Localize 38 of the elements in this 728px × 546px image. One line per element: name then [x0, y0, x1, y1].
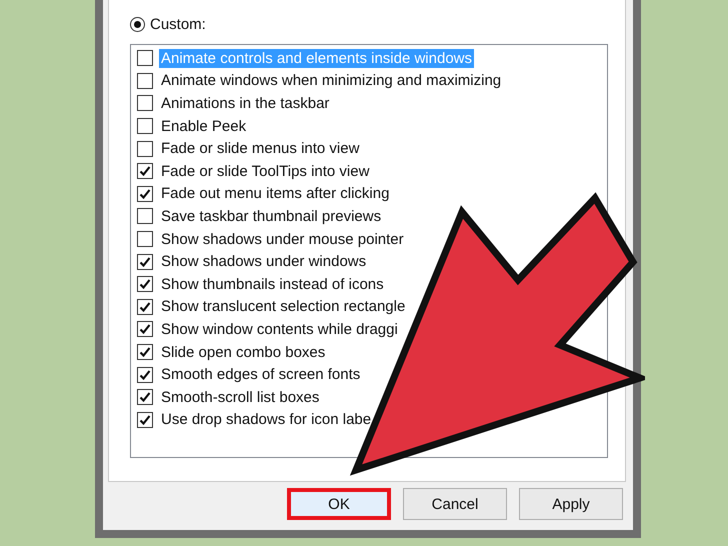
- option-label[interactable]: Smooth edges of screen fonts: [159, 365, 362, 384]
- ok-button[interactable]: OK: [287, 488, 391, 520]
- checkbox[interactable]: [137, 412, 153, 428]
- checkbox[interactable]: [137, 95, 153, 112]
- option-label[interactable]: Slide open combo boxes: [159, 342, 328, 362]
- checkbox[interactable]: [137, 208, 153, 224]
- custom-label: Custom:: [150, 16, 206, 32]
- option-label[interactable]: Show translucent selection rectangle: [159, 297, 408, 316]
- checkbox[interactable]: [137, 366, 153, 383]
- option-label[interactable]: Show shadows under windows: [159, 252, 368, 272]
- checkbox[interactable]: [137, 118, 153, 134]
- checkbox[interactable]: [137, 254, 153, 270]
- checkbox[interactable]: [137, 72, 153, 89]
- checkbox[interactable]: [137, 140, 153, 157]
- checkbox[interactable]: [137, 186, 153, 202]
- checkbox[interactable]: [137, 321, 153, 338]
- checkbox[interactable]: [137, 276, 153, 292]
- option-label[interactable]: Show shadows under mouse pointer: [159, 230, 406, 249]
- option-label[interactable]: Animate windows when minimizing and maximizing: [159, 71, 504, 90]
- option-label[interactable]: Smooth-scroll list boxes: [159, 388, 322, 407]
- option-label[interactable]: Animations in the taskbar: [159, 94, 332, 113]
- option-label[interactable]: Enable Peek: [159, 116, 248, 136]
- option-label[interactable]: Show thumbnails instead of icons: [159, 274, 386, 294]
- option-label[interactable]: Fade or slide menus into view: [159, 139, 362, 158]
- apply-button[interactable]: Apply: [519, 488, 623, 520]
- option-label[interactable]: Show window contents while draggi: [159, 320, 400, 339]
- checkbox[interactable]: [137, 50, 153, 66]
- checkbox[interactable]: [137, 231, 153, 248]
- option-label[interactable]: Save taskbar thumbnail previews: [159, 206, 384, 226]
- cancel-button[interactable]: Cancel: [403, 488, 507, 520]
- checkbox[interactable]: [137, 344, 153, 360]
- checkbox[interactable]: [137, 298, 153, 315]
- custom-radio[interactable]: [130, 16, 145, 32]
- option-label[interactable]: Use drop shadows for icon labe: [159, 410, 374, 430]
- checkbox[interactable]: [137, 163, 153, 180]
- checkbox[interactable]: [137, 389, 153, 406]
- option-label[interactable]: Fade or slide ToolTips into view: [159, 162, 372, 181]
- option-label[interactable]: Fade out menu items after clicking: [159, 184, 392, 204]
